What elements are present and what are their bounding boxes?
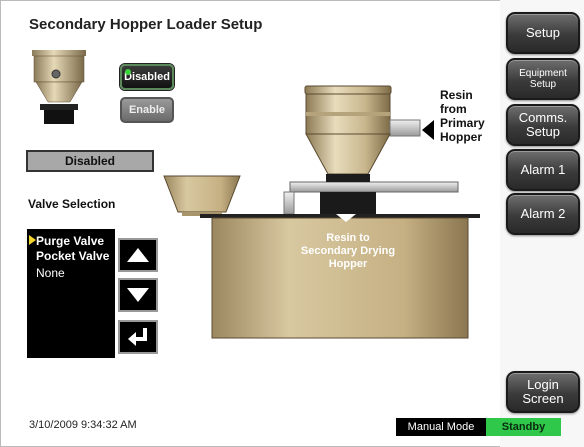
valve-selection-list: Purge Valve Pocket Valve None: [27, 229, 115, 358]
valve-option-label: Purge Valve: [36, 234, 105, 248]
setup-button-label: Setup: [526, 25, 560, 40]
manual-mode-indicator: Manual Mode: [396, 418, 486, 436]
alarm-2-label: Alarm 2: [520, 206, 566, 221]
mode-status-bar: Manual Mode Standby: [396, 418, 561, 436]
valve-option-label: Pocket Valve: [36, 249, 110, 263]
scroll-down-button[interactable]: [118, 278, 158, 312]
resin-to-line: Resin to: [326, 232, 370, 244]
loader-status-text: Disabled: [64, 154, 115, 168]
enter-icon: [128, 328, 147, 346]
comms-setup-line: Setup: [526, 124, 560, 139]
page-title: Secondary Hopper Loader Setup: [29, 16, 263, 33]
standby-indicator: Standby: [486, 418, 561, 436]
timestamp: 3/10/2009 9:34:32 AM: [29, 419, 137, 431]
comms-setup-button[interactable]: Comms. Setup: [506, 104, 580, 146]
equipment-setup-line: Setup: [529, 79, 557, 90]
resin-to-secondary-label: Resin to Secondary Drying Hopper: [280, 232, 416, 271]
login-screen-line: Screen: [522, 391, 564, 406]
loader-status-display: Disabled: [26, 150, 154, 172]
alarm-1-label: Alarm 1: [520, 162, 566, 177]
arrow-up-icon: [127, 248, 149, 262]
alarm-1-button[interactable]: Alarm 1: [506, 149, 580, 191]
enter-button[interactable]: [118, 320, 158, 354]
valve-option-label: None: [36, 266, 65, 280]
comms-setup-label: Comms. Setup: [519, 111, 567, 139]
resin-from-line: Resin: [440, 88, 473, 102]
status-led-icon: [125, 69, 131, 75]
arrow-down-icon: [127, 288, 149, 302]
hopper-loader-icon: [32, 50, 86, 124]
resin-to-line: Secondary Drying: [300, 245, 396, 257]
alarm-2-button[interactable]: Alarm 2: [506, 193, 580, 235]
resin-from-line: Primary: [440, 116, 485, 130]
selection-caret-icon: [29, 235, 36, 245]
scroll-up-button[interactable]: [118, 238, 158, 272]
equipment-setup-button[interactable]: Equipment Setup: [506, 58, 580, 100]
equipment-setup-line: Equipment: [519, 68, 567, 79]
resin-from-primary-label: Resin from Primary Hopper: [440, 88, 485, 144]
valve-option-pocket[interactable]: Pocket Valve: [36, 249, 109, 263]
comms-setup-line: Comms.: [518, 110, 568, 125]
valve-option-none[interactable]: None: [36, 266, 65, 280]
login-screen-label: Login Screen: [522, 378, 563, 406]
login-screen-button[interactable]: Login Screen: [506, 371, 580, 413]
setup-button[interactable]: Setup: [506, 12, 580, 54]
resin-to-line: Hopper: [328, 258, 368, 270]
equipment-setup-label: Equipment Setup: [519, 68, 567, 90]
valve-selection-label: Valve Selection: [28, 197, 116, 211]
resin-from-line: from: [440, 102, 467, 116]
login-screen-line: Login: [527, 377, 559, 392]
valve-option-purge[interactable]: Purge Valve: [29, 234, 105, 248]
resin-from-line: Hopper: [440, 130, 482, 144]
